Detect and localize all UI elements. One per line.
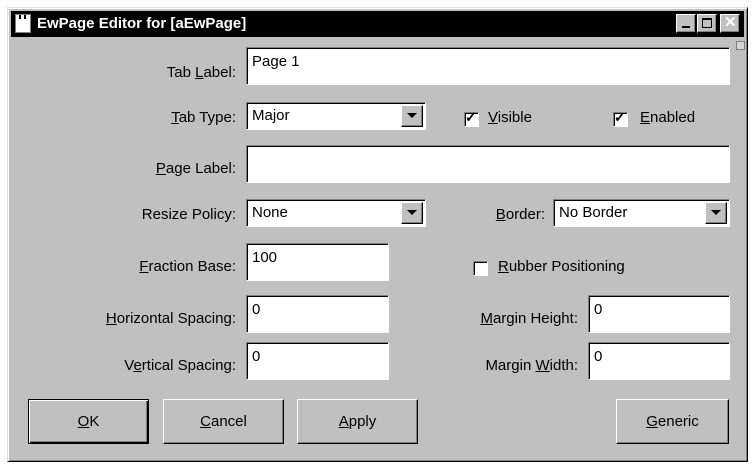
cancel-button[interactable]: Cancel [163, 399, 284, 444]
margin-height-label: Margin Height: [480, 310, 578, 327]
ewpage-editor-window: EwPage Editor for [aEwPage] ✕ Tab Label:… [7, 7, 748, 462]
page-label-input[interactable] [246, 145, 730, 183]
enabled-checkbox[interactable]: ✓ [613, 109, 628, 127]
page-label-label: Page Label: [155, 160, 236, 177]
border-value: No Border [559, 204, 628, 221]
maximize-button[interactable] [697, 14, 717, 33]
resize-handle[interactable] [736, 41, 745, 50]
margin-height-input[interactable]: 0 [588, 295, 730, 333]
margin-width-input[interactable]: 0 [588, 342, 730, 380]
minimize-icon [682, 26, 690, 28]
vertical-spacing-input[interactable]: 0 [246, 342, 389, 380]
app-window-icon[interactable] [15, 14, 31, 33]
check-mark-icon: ✓ [614, 109, 626, 125]
apply-button[interactable]: Apply [297, 399, 418, 444]
chevron-down-icon[interactable] [401, 202, 423, 224]
visible-checkbox[interactable]: ✓ [464, 109, 479, 127]
horizontal-spacing-label: Horizontal Spacing: [105, 310, 236, 327]
tab-type-value: Major [252, 107, 290, 124]
check-mark-icon: ✓ [465, 109, 477, 125]
tab-type-label: Tab Type: [171, 109, 236, 126]
close-button[interactable]: ✕ [720, 14, 740, 33]
vertical-spacing-label: Vertical Spacing: [124, 357, 236, 374]
ok-button[interactable]: OK [28, 399, 149, 444]
generic-button[interactable]: Generic [616, 399, 729, 444]
fraction-base-label: Fraction Base: [139, 258, 236, 275]
chevron-down-icon[interactable] [401, 105, 423, 127]
tab-label-input[interactable]: Page 1 [246, 47, 730, 85]
tab-type-select[interactable]: Major [246, 102, 426, 130]
resize-policy-label: Resize Policy: [141, 206, 236, 223]
minimize-button[interactable] [676, 14, 696, 33]
window-title: EwPage Editor for [aEwPage] [37, 15, 247, 32]
title-bar[interactable]: EwPage Editor for [aEwPage] ✕ [11, 11, 744, 37]
rubber-positioning-checkbox[interactable] [473, 261, 488, 276]
resize-policy-value: None [252, 204, 288, 221]
tab-label-label: Tab Label: [166, 64, 236, 81]
resize-policy-select[interactable]: None [246, 199, 426, 227]
horizontal-spacing-input[interactable]: 0 [246, 295, 389, 333]
maximize-icon [702, 18, 712, 28]
fraction-base-input[interactable]: 100 [246, 243, 389, 281]
visible-label[interactable]: Visible [488, 109, 532, 127]
margin-width-label: Margin Width: [485, 357, 578, 374]
chevron-down-icon[interactable] [705, 202, 727, 224]
rubber-positioning-label[interactable]: Rubber Positioning [498, 258, 625, 276]
close-icon: ✕ [724, 14, 737, 31]
border-select[interactable]: No Border [553, 199, 730, 227]
enabled-label[interactable]: Enabled [640, 109, 695, 127]
border-label: Border: [495, 206, 545, 223]
